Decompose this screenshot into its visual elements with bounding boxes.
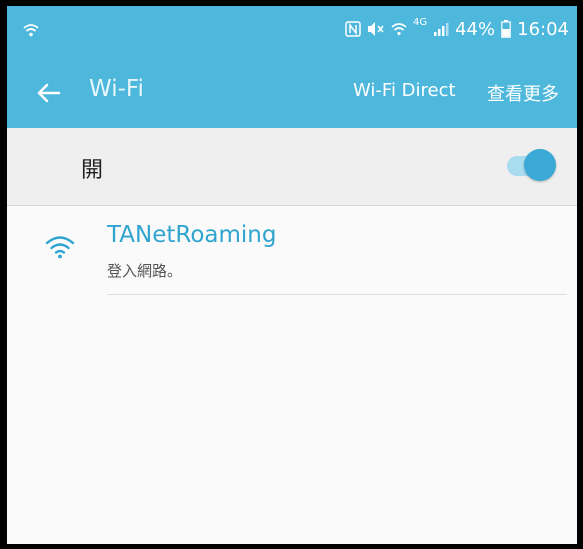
nfc-icon <box>345 21 361 37</box>
more-options-button[interactable]: 查看更多 <box>487 80 559 106</box>
cell-signal-icon <box>433 21 449 37</box>
wifi-toggle-row[interactable]: 開 <box>7 128 577 206</box>
wifi-direct-button[interactable]: Wi-Fi Direct <box>353 80 456 101</box>
clock: 16:04 <box>517 18 569 40</box>
network-type-label: 4G <box>412 16 428 28</box>
network-name: TANetRoaming <box>107 222 277 248</box>
switch-thumb <box>524 149 556 181</box>
network-list-item[interactable]: TANetRoaming 登入網路。 <box>7 216 577 296</box>
wifi-status-icon <box>23 22 39 41</box>
page-title: Wi-Fi <box>89 76 144 102</box>
wifi-signal-icon <box>391 22 407 36</box>
android-screen: 4G 44% 16:04 Wi-Fi Wi-Fi Direct 查看更多 開 T… <box>7 6 577 544</box>
battery-percent: 44% <box>455 18 496 40</box>
wifi-network-icon <box>45 234 75 264</box>
battery-icon <box>501 20 511 38</box>
wifi-toggle-label: 開 <box>81 158 104 183</box>
back-arrow-icon[interactable] <box>31 76 65 110</box>
list-divider <box>107 294 567 295</box>
mute-icon <box>367 21 385 37</box>
wifi-switch[interactable] <box>503 149 556 183</box>
status-bar: 4G 44% 16:04 <box>7 6 577 56</box>
app-bar: Wi-Fi Wi-Fi Direct 查看更多 <box>7 56 577 128</box>
network-status: 登入網路。 <box>107 262 183 280</box>
